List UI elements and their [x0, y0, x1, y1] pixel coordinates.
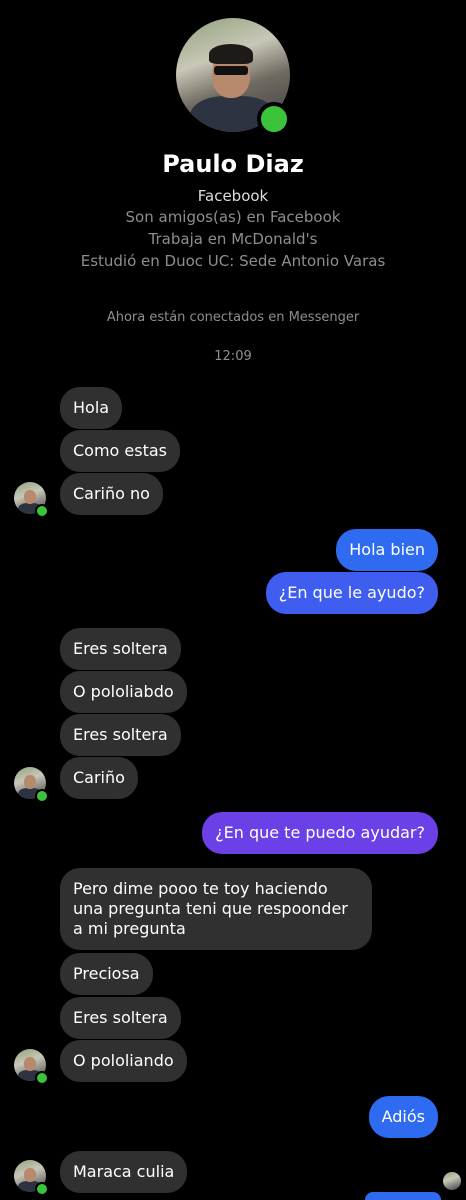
- message-bubble[interactable]: Pero dime pooo te toy haciendo una pregu…: [60, 868, 372, 950]
- contact-info-friends: Son amigos(as) en Facebook: [125, 208, 341, 226]
- connected-notice: Ahora están conectados en Messenger: [106, 310, 360, 325]
- timestamp: 12:09: [214, 349, 252, 364]
- message-bubble[interactable]: ¿En que te puedo ayudar?: [202, 812, 438, 854]
- online-status-icon: [35, 1071, 49, 1085]
- online-status-icon: [35, 1182, 49, 1196]
- message-bubble[interactable]: Maraca culia: [60, 1151, 188, 1193]
- online-status-icon: [35, 504, 49, 518]
- message-bubble[interactable]: Eres soltera: [60, 997, 181, 1039]
- message-bubble[interactable]: Hola bien: [336, 529, 438, 571]
- message-bubble[interactable]: Adiós: [368, 1096, 438, 1138]
- message-bubble[interactable]: Cariño: [60, 757, 138, 799]
- message-bubble[interactable]: ¿En que le ayudo?: [265, 572, 438, 614]
- message-bubble[interactable]: Preciosa: [60, 953, 153, 995]
- message-bubble[interactable]: Hola: [60, 387, 123, 429]
- seen-receipt-icon: [443, 1172, 461, 1190]
- online-status-icon: [257, 102, 291, 136]
- contact-info-work: Trabaja en McDonald's: [148, 230, 318, 248]
- message-bubble[interactable]: Eres soltera: [60, 714, 181, 756]
- message-bubble[interactable]: Como estas: [60, 430, 181, 472]
- message-bubble[interactable]: O pololiando: [60, 1040, 187, 1082]
- partial-message-bubble: [365, 1192, 441, 1200]
- message-bubble[interactable]: Cariño no: [60, 473, 163, 515]
- message-bubble[interactable]: Eres soltera: [60, 628, 181, 670]
- message-bubble[interactable]: O pololiabdo: [60, 671, 187, 713]
- contact-name: Paulo Diaz: [162, 150, 304, 178]
- contact-source: Facebook: [197, 187, 269, 205]
- contact-info-education: Estudió en Duoc UC: Sede Antonio Varas: [80, 252, 386, 270]
- online-status-icon: [35, 789, 49, 803]
